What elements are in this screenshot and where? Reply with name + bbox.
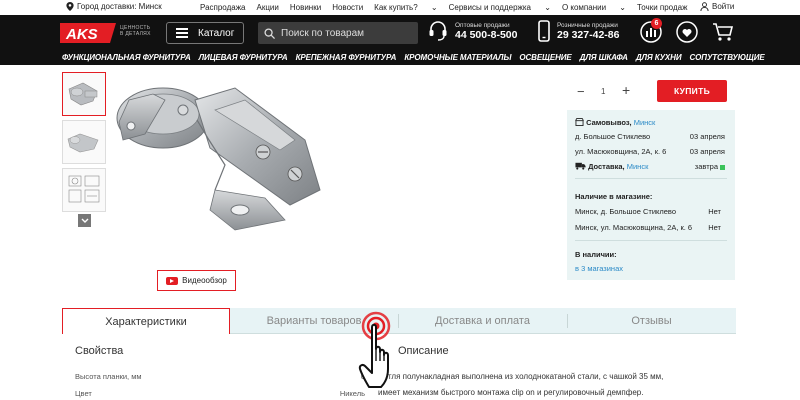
chevron-down-icon [81, 218, 88, 223]
video-review-button[interactable]: Видеообзор [157, 270, 236, 291]
quantity-value[interactable]: 1 [601, 87, 605, 96]
retail-number: 29 327-42-86 [557, 28, 620, 41]
top-links: Распродажа Акции Новинки Новости Как куп… [200, 3, 698, 12]
tab-reviews[interactable]: Отзывы [567, 308, 736, 334]
link-promotions[interactable]: Акции [257, 3, 279, 12]
link-about[interactable]: О компании ⌄ [562, 3, 626, 12]
product-page: Город доставки: Минск Распродажа Акции Н… [0, 0, 800, 400]
top-info-bar: Город доставки: Минск Распродажа Акции Н… [0, 0, 800, 15]
category-facade[interactable]: ЛИЦЕВАЯ ФУРНИТУРА [199, 53, 288, 62]
logo-text: AKS [65, 26, 98, 43]
courier-date: завтра [695, 162, 725, 171]
availability-title: В наличии: [575, 250, 617, 259]
truck-icon [575, 162, 586, 170]
link-stores[interactable]: Точки продаж [637, 3, 687, 12]
hinge-drawing-thumbnail [68, 175, 100, 203]
hinge-thumbnail-image [68, 82, 98, 106]
link-news[interactable]: Новости [332, 3, 363, 12]
tab-characteristics[interactable]: Характеристики [62, 308, 230, 334]
thumbnail-3[interactable] [62, 168, 106, 212]
main-header: AKS ценность в деталях Каталог Оптовые п… [0, 15, 800, 51]
courier-city-link[interactable]: Минск [627, 162, 649, 171]
pickup-place-2: ул. Масюковщина, 2А, к. 6 [575, 147, 667, 156]
catalog-button[interactable]: Каталог [166, 22, 244, 44]
link-new[interactable]: Новинки [290, 3, 321, 12]
description-line-2: имеет механизм быстрого монтажа clip on … [378, 388, 644, 397]
category-wardrobe[interactable]: ДЛЯ ШКАФА [580, 53, 628, 62]
tab-delivery-payment[interactable]: Доставка и оплата [398, 308, 567, 334]
thumbnail-1[interactable] [62, 72, 106, 116]
category-functional[interactable]: ФУНКЦИОНАЛЬНАЯ ФУРНИТУРА [62, 53, 191, 62]
cart-icon[interactable] [712, 21, 734, 43]
panel-divider [575, 178, 727, 179]
pickup-city-link[interactable]: Минск [634, 118, 656, 127]
thumbnails-scroll-down-button[interactable] [78, 214, 91, 227]
link-services[interactable]: Сервисы и поддержка ⌄ [449, 3, 551, 12]
quantity-row: − 1 + КУПИТЬ [567, 70, 735, 110]
delivery-city-label: Город доставки: Минск [77, 2, 162, 11]
category-lighting[interactable]: ОСВЕЩЕНИЕ [519, 53, 571, 62]
stock-store-2: Минск, ул. Масюковщина, 2А, к. 6 [575, 223, 693, 232]
properties-title: Свойства [75, 345, 124, 357]
pickup-date-2: 03 апреля [689, 147, 725, 156]
in-stock-indicator [720, 164, 725, 170]
hand-pointer-cursor-icon [358, 311, 391, 388]
retail-label: Розничные продажи [557, 21, 618, 29]
category-nav: ФУНКЦИОНАЛЬНАЯ ФУРНИТУРА ЛИЦЕВАЯ ФУРНИТУ… [0, 51, 800, 65]
pickup-date-1: 03 апреля [689, 132, 725, 141]
gallery-thumbnails [62, 72, 106, 216]
property-row: Цвет Никель [75, 389, 365, 398]
description-title: Описание [398, 345, 449, 357]
video-review-label: Видеообзор [182, 276, 227, 285]
wholesale-number: 44 500-8-500 [455, 28, 518, 41]
link-sale[interactable]: Распродажа [200, 3, 246, 12]
purchase-panel: − 1 + КУПИТЬ Самовывоз, Минск д. Большое… [567, 70, 735, 280]
aks-logo[interactable]: AKS [60, 21, 116, 45]
property-name: Высота планки, мм [75, 372, 142, 381]
headset-icon [429, 21, 447, 41]
pickup-heading: Самовывоз, Минск [575, 118, 655, 127]
delivery-city-selector[interactable]: Город доставки: Минск [66, 2, 162, 11]
courier-heading: Доставка, Минск [575, 162, 648, 171]
compare-count-badge: 6 [651, 18, 662, 29]
pickup-place-1: д. Большое Стиклево [575, 132, 651, 141]
stock-store-1: Минск, д. Большое Стиклево [575, 207, 677, 216]
store-stock-title: Наличие в магазине: [575, 192, 653, 201]
store-icon [575, 118, 584, 126]
category-kitchen[interactable]: ДЛЯ КУХНИ [636, 53, 682, 62]
quantity-increase-button[interactable]: + [622, 82, 630, 98]
login-label: Войти [712, 2, 735, 11]
location-pin-icon [66, 2, 74, 11]
property-row: Высота планки, мм 0 [75, 372, 365, 381]
user-icon [700, 2, 709, 11]
stock-status-2: Нет [708, 223, 721, 232]
logo-tagline: ценность в деталях [120, 25, 151, 37]
youtube-play-icon [166, 276, 179, 285]
product-main-image[interactable] [105, 70, 365, 240]
availability-stores-link[interactable]: в 3 магазинах [575, 264, 623, 273]
catalog-label: Каталог [198, 27, 235, 39]
panel-divider [575, 240, 727, 241]
buy-button[interactable]: КУПИТЬ [657, 80, 727, 102]
link-how-to-buy[interactable]: Как купить? ⌄ [374, 3, 437, 12]
category-fasteners[interactable]: КРЕПЕЖНАЯ ФУРНИТУРА [296, 53, 397, 62]
wholesale-phone[interactable]: Оптовые продажи 44 500-8-500 [428, 20, 517, 42]
tab-divider [567, 314, 568, 328]
search-icon[interactable] [264, 27, 275, 39]
search-box [258, 22, 418, 44]
hinge-thumbnail-image [67, 133, 99, 153]
mobile-phone-icon [538, 20, 550, 42]
retail-phone[interactable]: Розничные продажи 29 327-42-86 [538, 20, 619, 42]
stock-status-1: Нет [708, 207, 721, 216]
menu-icon [176, 28, 188, 38]
favorites-heart-icon[interactable] [676, 21, 698, 43]
login-link[interactable]: Войти [700, 2, 734, 11]
wholesale-label: Оптовые продажи [455, 21, 510, 29]
quantity-decrease-button[interactable]: − [577, 84, 585, 99]
property-name: Цвет [75, 389, 92, 398]
search-input[interactable] [281, 27, 411, 39]
thumbnail-2[interactable] [62, 120, 106, 164]
category-related[interactable]: СОПУТСТВУЮЩИЕ [689, 53, 764, 62]
category-edging[interactable]: КРОМОЧНЫЕ МАТЕРИАЛЫ [404, 53, 511, 62]
